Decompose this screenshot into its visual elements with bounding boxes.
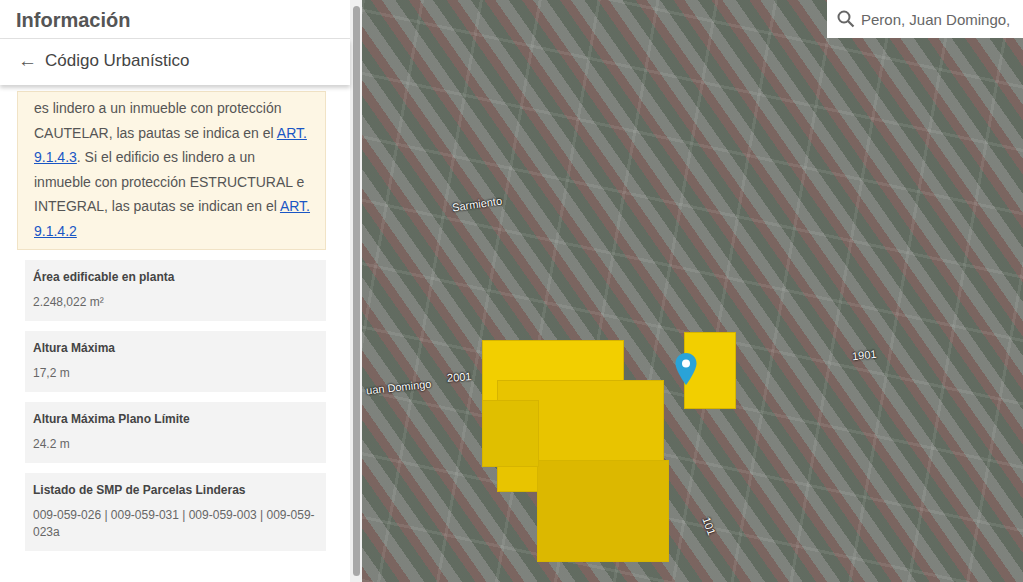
field-value: 24.2 m — [33, 436, 318, 453]
search-icon — [837, 10, 855, 28]
field-card: Altura Máxima 17,2 m — [25, 331, 326, 392]
street-label: 101 — [700, 515, 718, 536]
back-button[interactable]: ← Código Urbanístico — [0, 39, 350, 85]
panel-content: es lindero a un inmueble con protección … — [0, 85, 350, 582]
location-pin-icon[interactable] — [674, 352, 698, 386]
note-text: es lindero a un inmueble con protección … — [34, 100, 282, 141]
field-label: Área edificable en planta — [33, 270, 318, 284]
search-text[interactable]: Peron, Juan Domingo, — [861, 11, 1010, 28]
info-panel: Información ← Código Urbanístico es linde… — [0, 0, 350, 582]
field-card: Área edificable en planta 2.248,022 m² — [25, 260, 326, 321]
search-box[interactable]: Peron, Juan Domingo, — [827, 0, 1023, 38]
field-label: Altura Máxima — [33, 341, 318, 355]
scrollbar-thumb[interactable] — [353, 6, 360, 576]
field-card: Listado de SMP de Parcelas Linderas 009-0… — [25, 473, 326, 551]
street-label: uan Domingo — [366, 378, 432, 397]
building-highlight — [537, 460, 669, 562]
back-arrow-icon[interactable]: ← — [18, 50, 37, 72]
street-label: 2001 — [447, 370, 472, 384]
field-label: Altura Máxima Plano Límite — [33, 412, 318, 426]
field-card: Altura Máxima Plano Límite 24.2 m — [25, 402, 326, 463]
field-value: 17,2 m — [33, 365, 318, 382]
field-label: Listado de SMP de Parcelas Linderas — [33, 483, 318, 497]
back-label[interactable]: Código Urbanístico — [45, 51, 190, 71]
street-label: Sarmiento — [451, 195, 502, 214]
street-label: 1901 — [851, 348, 877, 362]
map-view[interactable]: Peron, Juan Domingo, Sarmiento 2001 1901 ua… — [362, 0, 1023, 582]
field-value: 2.248,022 m² — [33, 294, 318, 311]
note-box: es lindero a un inmueble con protección … — [17, 91, 326, 250]
building-highlight — [482, 400, 539, 467]
panel-header: Información — [0, 0, 350, 39]
field-value: 009-059-026 | 009-059-031 | 009-059-003 … — [33, 507, 318, 541]
scrollbar[interactable] — [350, 0, 362, 582]
